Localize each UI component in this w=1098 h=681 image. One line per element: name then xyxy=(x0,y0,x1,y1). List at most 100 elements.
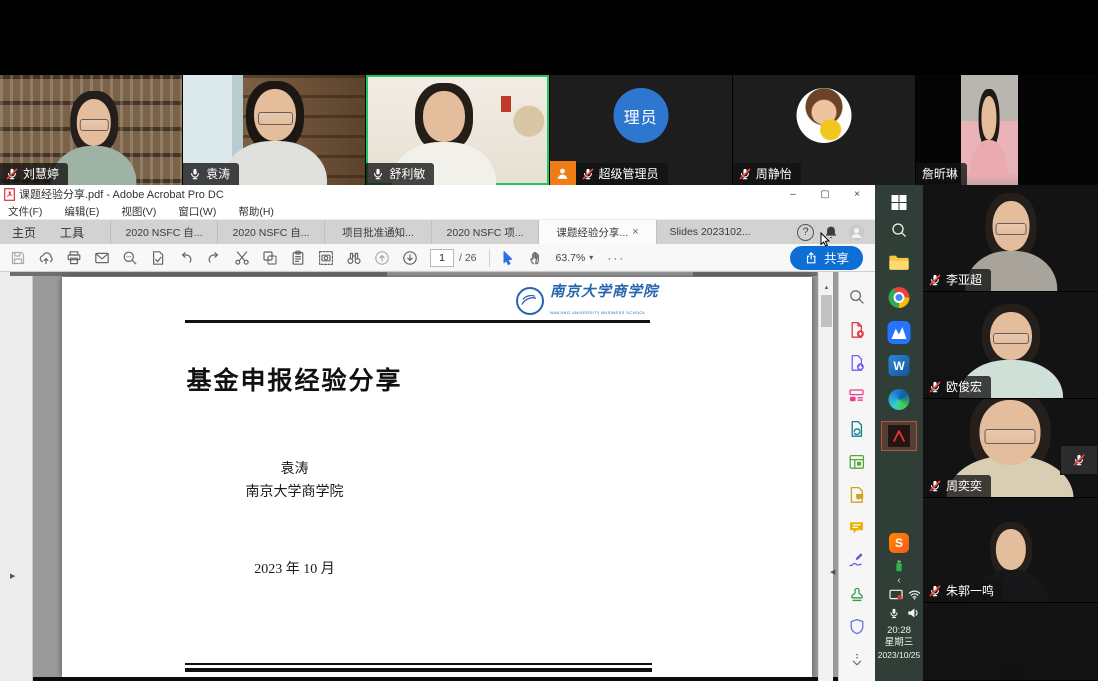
header-rule xyxy=(185,320,650,323)
panel-search-tool[interactable] xyxy=(847,287,867,307)
hidden-icons-button[interactable]: ‹ xyxy=(897,575,900,586)
tencent-meeting-button[interactable] xyxy=(888,321,911,344)
microphone-tray-icon[interactable] xyxy=(889,607,899,620)
save-icon[interactable] xyxy=(10,250,26,266)
video-tile-admin[interactable]: 理员 超级管理员 xyxy=(550,75,733,185)
scrollbar-thumb[interactable] xyxy=(821,295,832,327)
clipboard-icon[interactable] xyxy=(290,250,306,266)
video-tile-shulimin-speaking[interactable]: 舒利敏 xyxy=(366,75,549,185)
page-up-icon[interactable] xyxy=(374,250,390,266)
print-icon[interactable] xyxy=(66,250,82,266)
edge-button[interactable] xyxy=(889,389,910,410)
vertical-scrollbar[interactable]: ▲ xyxy=(818,272,833,681)
tab-close-icon[interactable]: × xyxy=(632,226,638,238)
more-tools-button[interactable] xyxy=(847,650,867,670)
comment-tool[interactable] xyxy=(847,518,867,538)
taskbar-clock[interactable]: 20:28 星期三 2023/10/25 xyxy=(875,625,923,661)
taskbar-search-button[interactable] xyxy=(890,221,908,239)
wifi-tray-icon[interactable] xyxy=(908,589,921,600)
word-button[interactable]: W xyxy=(889,355,910,376)
expand-pane-icon[interactable]: ▶ xyxy=(10,572,15,580)
participant-figure xyxy=(225,81,325,185)
word-icon: W xyxy=(889,355,910,376)
more-tools-button[interactable]: ··· xyxy=(607,251,625,265)
doc-tab-1[interactable]: 2020 NSFC 自... xyxy=(110,220,217,244)
edit-pdf-tool[interactable] xyxy=(847,386,867,406)
help-button[interactable]: ? xyxy=(797,224,814,241)
participant-label: 刘慧婷 xyxy=(0,163,68,185)
pointer-tool-icon[interactable] xyxy=(500,250,516,266)
participant-name: 周奕奕 xyxy=(946,480,982,492)
cut-icon[interactable] xyxy=(234,250,250,266)
tab-home[interactable]: 主页 xyxy=(0,220,48,244)
video-tile-zhoujingyi[interactable]: 周静怡 xyxy=(733,75,916,185)
doc-tab-4[interactable]: 2020 NSFC 项... xyxy=(431,220,538,244)
collapse-panel-icon[interactable]: ◀ xyxy=(830,568,835,576)
video-tile-zhouyiyi[interactable]: 周奕奕 xyxy=(923,399,1098,498)
cloud-upload-icon[interactable] xyxy=(38,250,54,266)
doc-tab-6[interactable]: Slides 2023102... xyxy=(656,220,763,244)
screen-record-tray-icon[interactable] xyxy=(889,589,904,601)
menu-window[interactable]: 窗口(W) xyxy=(178,204,216,219)
sogou-input-button[interactable]: S xyxy=(889,533,909,553)
speaker-tray-icon[interactable] xyxy=(907,607,920,619)
window-titlebar[interactable]: 课题经验分享.pdf - Adobe Acrobat Pro DC – ▢ × xyxy=(0,185,875,203)
organize-pages-tool[interactable] xyxy=(847,452,867,472)
doc-check-icon[interactable] xyxy=(150,250,166,266)
undo-icon[interactable] xyxy=(178,250,194,266)
search-icon[interactable] xyxy=(122,250,138,266)
convert-pdf-tool[interactable] xyxy=(847,419,867,439)
menu-help[interactable]: 帮助(H) xyxy=(238,204,274,219)
chrome-button[interactable] xyxy=(889,287,910,308)
page-number-input[interactable]: 1 xyxy=(430,249,454,267)
doc-tab-3[interactable]: 项目批准通知... xyxy=(324,220,431,244)
fill-sign-tool[interactable] xyxy=(847,551,867,571)
footer-rule xyxy=(185,663,652,672)
menu-edit[interactable]: 编辑(E) xyxy=(64,204,99,219)
protect-tool[interactable] xyxy=(847,617,867,637)
share-icon xyxy=(804,251,818,265)
start-button[interactable] xyxy=(892,195,907,210)
doc-author: 袁涛 xyxy=(62,458,527,478)
account-avatar-icon[interactable] xyxy=(848,224,865,241)
stamp-tool[interactable] xyxy=(847,584,867,604)
doc-tab-2[interactable]: 2020 NSFC 自... xyxy=(217,220,324,244)
hand-tool-icon[interactable] xyxy=(528,250,544,266)
video-tile-zhanxinlin[interactable]: 詹昕琳 xyxy=(916,75,1098,185)
windows-logo-icon xyxy=(892,195,907,210)
redo-icon[interactable] xyxy=(206,250,222,266)
nav-pane-collapsed[interactable]: ▶ xyxy=(0,272,33,681)
binoculars-icon[interactable] xyxy=(346,250,362,266)
video-tile-yuantao[interactable]: 袁涛 xyxy=(183,75,366,185)
menu-bar: 文件(F) 编辑(E) 视图(V) 窗口(W) 帮助(H) xyxy=(0,203,875,220)
doc-tab-active[interactable]: 课题经验分享... × xyxy=(538,220,656,244)
video-tile-oujunhong[interactable]: 欧俊宏 xyxy=(923,292,1098,399)
export-pdf-tool[interactable] xyxy=(847,353,867,373)
video-tile-dorm-room[interactable] xyxy=(923,603,1098,680)
video-tile-zhuguoyiming[interactable]: 朱郭一鸣 xyxy=(923,498,1098,603)
close-button[interactable]: × xyxy=(841,185,873,203)
menu-file[interactable]: 文件(F) xyxy=(8,204,42,219)
tab-tools[interactable]: 工具 xyxy=(48,220,96,244)
zoom-control[interactable]: 63.7% ▾ xyxy=(556,252,594,264)
usb-device-button[interactable] xyxy=(892,557,906,573)
share-button[interactable]: 共享 xyxy=(790,246,863,270)
folder-icon xyxy=(888,253,910,271)
snapshot-icon[interactable] xyxy=(318,250,334,266)
zoom-level: 63.7% xyxy=(556,252,586,264)
email-icon[interactable] xyxy=(94,250,110,266)
windows-taskbar: W S ‹ 20:28 星期三 2023/10/25 xyxy=(875,185,923,681)
video-tile-liyachao[interactable]: 李亚超 xyxy=(923,185,1098,292)
file-explorer-button[interactable] xyxy=(888,253,910,271)
video-tile-liuhuiting[interactable]: 刘慧婷 xyxy=(0,75,183,185)
maximize-button[interactable]: ▢ xyxy=(809,185,841,203)
comment-doc-tool[interactable] xyxy=(847,485,867,505)
create-pdf-tool[interactable] xyxy=(847,320,867,340)
scroll-up-icon[interactable]: ▲ xyxy=(819,281,834,294)
acrobat-taskbar-button-active[interactable] xyxy=(881,421,917,451)
copy-icon[interactable] xyxy=(262,250,278,266)
page-down-icon[interactable] xyxy=(402,250,418,266)
minimize-button[interactable]: – xyxy=(777,185,809,203)
participant-label: 袁涛 xyxy=(183,163,239,185)
menu-view[interactable]: 视图(V) xyxy=(121,204,156,219)
